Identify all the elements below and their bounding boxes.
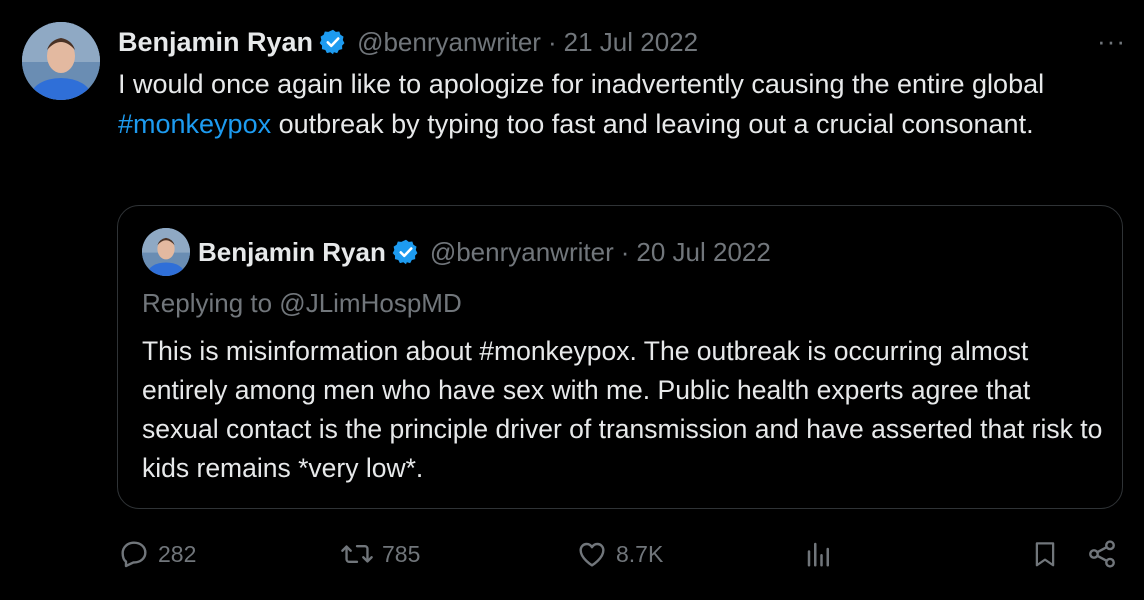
tweet-text-part-1: I would once again like to apologize for… (118, 69, 1045, 99)
reply-button[interactable]: 282 (118, 532, 196, 576)
separator-dot: · (547, 26, 557, 57)
hashtag-link[interactable]: #monkeypox (118, 109, 271, 139)
quoted-tweet[interactable]: Benjamin Ryan @benryanwriter · 20 Jul 20… (117, 205, 1123, 509)
quoted-author-handle[interactable]: @benryanwriter (430, 237, 614, 268)
analytics-bars-icon (807, 542, 829, 567)
views-button[interactable] (804, 532, 834, 576)
author-name[interactable]: Benjamin Ryan (118, 27, 313, 58)
avatar-photo-icon (22, 22, 100, 100)
tweet-text-part-2: outbreak by typing too fast and leaving … (271, 109, 1034, 139)
quoted-tweet-date[interactable]: 20 Jul 2022 (636, 237, 770, 268)
repost-icon (341, 544, 373, 564)
tweet: Benjamin Ryan @benryanwriter · 21 Jul 20… (0, 0, 1144, 600)
like-button[interactable]: 8.7K (576, 532, 663, 576)
reply-icon (121, 541, 147, 568)
quoted-tweet-header: Benjamin Ryan @benryanwriter · 20 Jul 20… (142, 228, 1042, 276)
avatar-photo-icon (142, 228, 190, 276)
avatar[interactable] (22, 22, 100, 100)
quoted-tweet-text: This is misinformation about #monkeypox.… (142, 336, 1103, 483)
replying-to-label[interactable]: Replying to @JLimHospMD (142, 284, 462, 322)
like-count: 8.7K (616, 540, 664, 567)
bookmark-button[interactable] (1030, 532, 1060, 576)
repost-button[interactable]: 785 (340, 532, 420, 576)
tweet-date[interactable]: 21 Jul 2022 (564, 27, 698, 58)
quoted-author-row: Benjamin Ryan @benryanwriter · 20 Jul 20… (198, 232, 771, 272)
reply-count: 282 (158, 540, 197, 567)
share-button[interactable] (1086, 532, 1118, 576)
repost-count: 785 (382, 540, 421, 567)
quoted-avatar[interactable] (142, 228, 190, 276)
verified-badge-icon (319, 28, 347, 56)
quoted-author-name[interactable]: Benjamin Ryan (198, 237, 386, 268)
more-options-icon[interactable]: ··· (1097, 28, 1126, 54)
share-icon (1089, 540, 1115, 568)
heart-icon (579, 542, 605, 567)
tweet-header: Benjamin Ryan @benryanwriter · 21 Jul 20… (118, 22, 698, 62)
author-handle[interactable]: @benryanwriter (357, 27, 541, 58)
tweet-text: I would once again like to apologize for… (118, 64, 1118, 144)
bookmark-icon (1035, 542, 1055, 567)
verified-badge-icon (392, 238, 420, 266)
tweet-actions: 282 785 8.7K (118, 532, 1128, 576)
separator-dot: · (620, 236, 630, 267)
